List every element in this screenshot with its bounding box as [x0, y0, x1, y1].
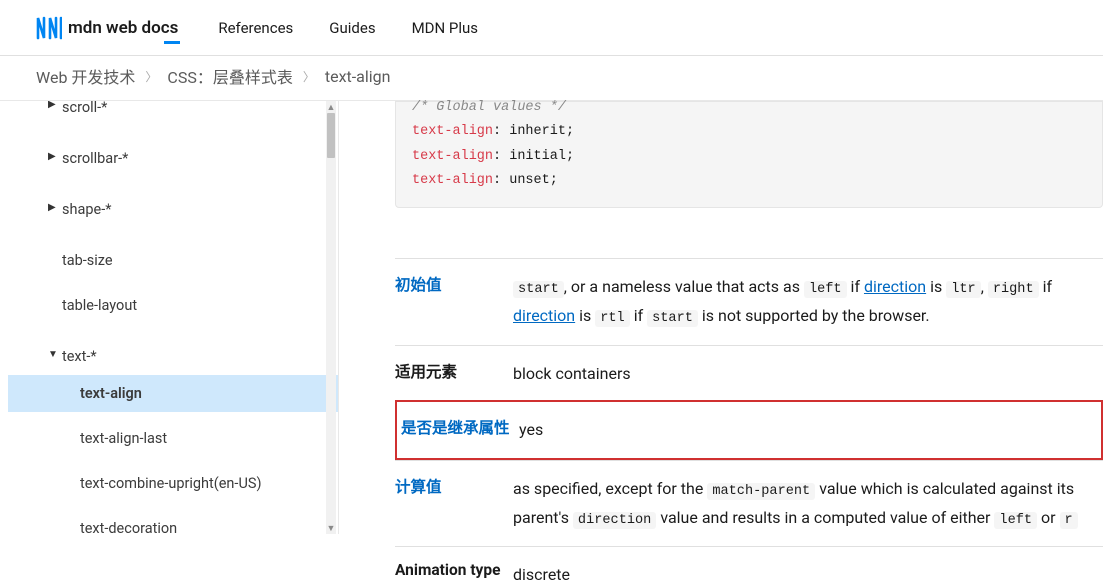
def-row-inherited: 是否是继承属性 yes [395, 400, 1103, 460]
def-row-animation: Animation type discrete [395, 546, 1103, 586]
initial-value: start, or a nameless value that acts as … [513, 273, 1103, 331]
sidebar-group-label: scroll-* [62, 101, 107, 116]
code-prop: text-align [412, 124, 493, 139]
sidebar-group-label: scrollbar-* [62, 150, 128, 167]
code-left: left [804, 281, 847, 298]
code-left: left [994, 512, 1037, 529]
code-rtl: rtl [595, 310, 629, 327]
sidebar-item-text-decoration[interactable]: text-decoration [8, 510, 338, 534]
logo-underline [164, 41, 180, 44]
computed-value: as specified, except for the match-paren… [513, 475, 1103, 533]
def-row-initial: 初始值 start, or a nameless value that acts… [395, 258, 1103, 345]
sidebar-scrollbar[interactable]: ▲ ▼ [326, 101, 336, 534]
scrollbar-thumb[interactable] [327, 113, 335, 158]
inherited-link[interactable]: 是否是继承属性 [401, 419, 510, 437]
sidebar-group-label: shape-* [62, 201, 111, 218]
sidebar-group-scroll[interactable]: ▶ scroll-* [8, 101, 338, 126]
code-val: initial [509, 149, 566, 164]
caret-right-icon: ▶ [48, 101, 56, 110]
code-comment: /* Global values */ [412, 100, 566, 115]
code-ltr: ltr [946, 281, 980, 298]
sidebar-group-label: text-* [62, 348, 97, 365]
initial-value-link[interactable]: 初始值 [395, 276, 442, 294]
sidebar-item-text-align-last[interactable]: text-align-last [8, 420, 338, 457]
nav-guides[interactable]: Guides [329, 19, 375, 37]
animation-type-label: Animation type [395, 561, 513, 579]
main-content: /* Global values */ text-align: inherit;… [338, 101, 1103, 534]
breadcrumb: Web 开发技术 〉 CSS：层叠样式表 〉 text-align [0, 56, 1103, 101]
mdn-logo[interactable]: mdn web docs [36, 16, 178, 40]
code-match-parent: match-parent [707, 483, 815, 500]
inherited-value: yes [519, 416, 1101, 444]
scroll-up-arrow-icon[interactable]: ▲ [326, 101, 336, 113]
code-r: r [1060, 512, 1078, 529]
breadcrumb-item[interactable]: CSS：层叠样式表 [167, 64, 292, 88]
mdn-logo-icon [36, 16, 62, 40]
caret-down-icon: ▼ [48, 349, 58, 360]
applies-to-value: block containers [513, 360, 1103, 388]
def-row-applies: 适用元素 block containers [395, 345, 1103, 402]
code-start: start [647, 310, 698, 327]
def-row-computed: 计算值 as specified, except for the match-p… [395, 460, 1103, 547]
sidebar-item-text-combine-upright[interactable]: text-combine-upright(en-US) [8, 465, 338, 502]
sidebar-group-scrollbar[interactable]: ▶ scrollbar-* [8, 140, 338, 177]
sidebar-item-table-layout[interactable]: table-layout [8, 287, 338, 324]
computed-value-link[interactable]: 计算值 [395, 478, 442, 496]
sidebar: ▶ scroll-* ▶ scrollbar-* ▶ shape-* tab-s… [0, 101, 338, 534]
breadcrumb-item[interactable]: Web 开发技术 [36, 64, 135, 88]
code-block: /* Global values */ text-align: inherit;… [395, 101, 1103, 208]
code-direction: direction [573, 512, 656, 529]
caret-right-icon: ▶ [48, 151, 56, 162]
animation-type-value: discrete [513, 561, 1103, 586]
sidebar-item-tab-size[interactable]: tab-size [8, 242, 338, 279]
chevron-right-icon: 〉 [303, 68, 315, 85]
code-prop: text-align [412, 149, 493, 164]
chevron-right-icon: 〉 [145, 68, 157, 85]
top-header: mdn web docs References Guides MDN Plus [0, 0, 1103, 56]
sidebar-group-shape[interactable]: ▶ shape-* [8, 191, 338, 228]
sidebar-group-text[interactable]: ▼ text-* [8, 338, 338, 375]
code-val: unset [509, 173, 550, 188]
caret-right-icon: ▶ [48, 202, 56, 213]
definition-table: 初始值 start, or a nameless value that acts… [395, 258, 1103, 586]
applies-to-label: 适用元素 [395, 360, 513, 382]
direction-link[interactable]: direction [864, 277, 926, 296]
sidebar-item-text-align[interactable]: text-align [8, 375, 338, 412]
code-prop: text-align [412, 173, 493, 188]
scroll-down-arrow-icon[interactable]: ▼ [326, 522, 336, 534]
code-start: start [513, 281, 564, 298]
logo-text: mdn web docs [68, 18, 178, 38]
code-val: inherit [509, 124, 566, 139]
code-right: right [988, 281, 1039, 298]
direction-link[interactable]: direction [513, 306, 575, 325]
breadcrumb-item[interactable]: text-align [325, 67, 391, 86]
scrollbar-track[interactable] [326, 113, 336, 522]
nav-references[interactable]: References [218, 19, 293, 37]
nav-mdn-plus[interactable]: MDN Plus [412, 19, 478, 37]
